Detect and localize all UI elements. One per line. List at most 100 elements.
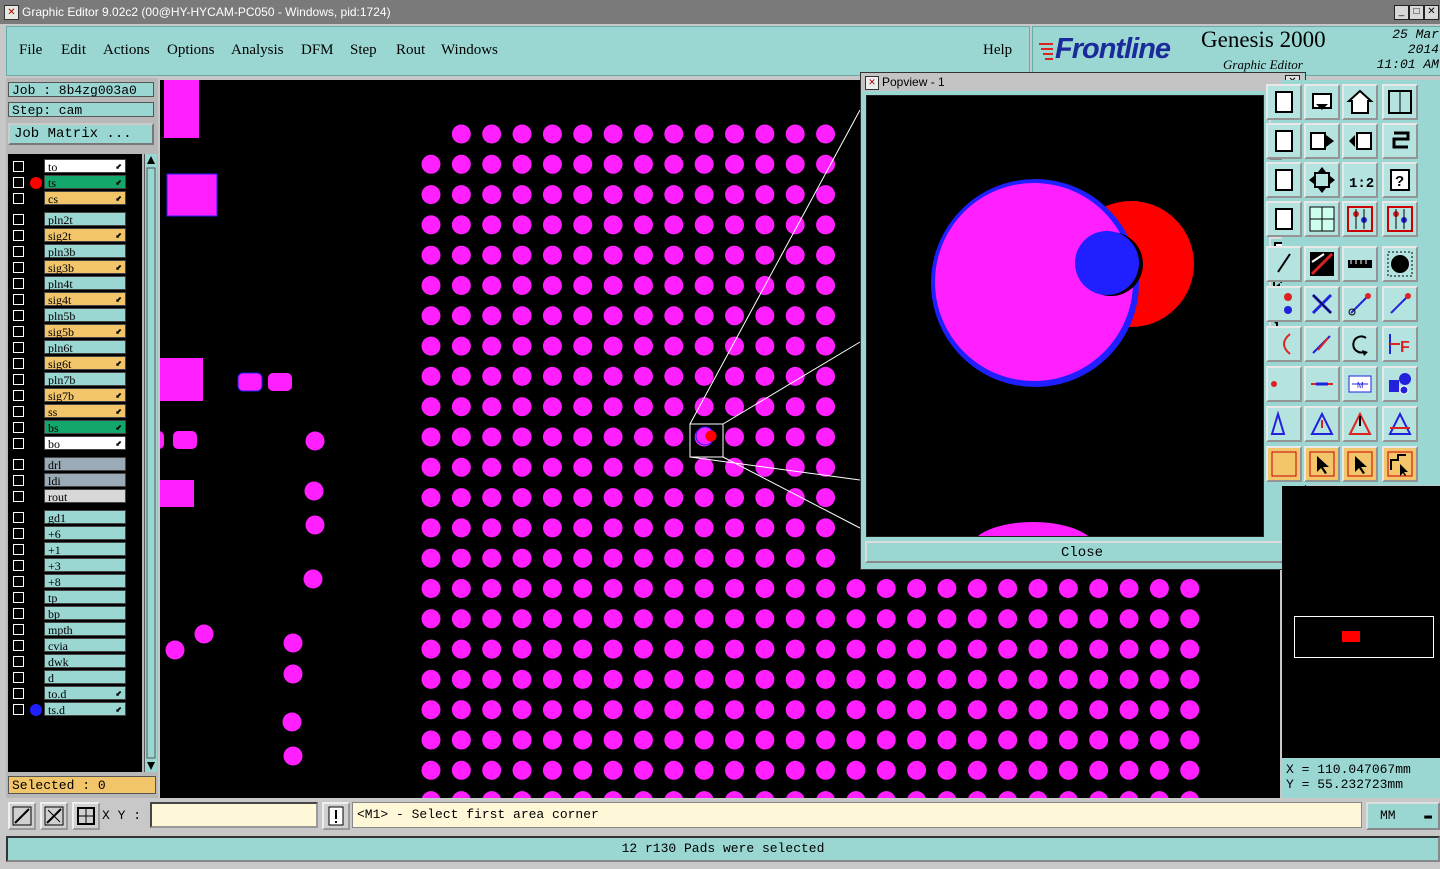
layer-row[interactable]: sig3b ⬋ <box>8 260 142 275</box>
layer-checkbox[interactable] <box>13 640 24 651</box>
hline-icon[interactable] <box>1304 366 1340 402</box>
layer-row[interactable]: pln5b <box>8 308 142 323</box>
layer-checkbox[interactable] <box>13 214 24 225</box>
layer-checkbox[interactable] <box>13 608 24 619</box>
layer-checkbox[interactable] <box>13 672 24 683</box>
font-text-icon[interactable]: F <box>1382 326 1418 362</box>
help-icon[interactable]: ? <box>1382 162 1418 198</box>
layer-list-scrollbar[interactable] <box>144 154 157 772</box>
select-route-icon[interactable] <box>1382 446 1418 482</box>
move-feature-icon[interactable] <box>1342 286 1378 322</box>
ruler-icon[interactable] <box>1342 246 1378 282</box>
layer-row[interactable]: ss ⬋ <box>8 404 142 419</box>
layer-row[interactable]: drl <box>8 457 142 472</box>
layer-checkbox[interactable] <box>13 576 24 587</box>
layer-checkbox[interactable] <box>13 688 24 699</box>
layer-name[interactable]: +6 <box>44 526 126 541</box>
grid-mode-icon[interactable] <box>72 802 100 830</box>
menu-analysis[interactable]: Analysis <box>231 42 284 59</box>
point-icon[interactable] <box>1266 366 1302 402</box>
layer-row[interactable]: sig4t ⬋ <box>8 292 142 307</box>
layer-row[interactable]: pln4t <box>8 276 142 291</box>
trace-base-icon[interactable] <box>1382 406 1418 442</box>
xy-exclaim-icon[interactable] <box>322 802 350 830</box>
pad-shape-icon[interactable] <box>1382 246 1418 282</box>
layer-row[interactable]: cvia <box>8 638 142 653</box>
layer-name[interactable]: +1 <box>44 542 126 557</box>
layer-name[interactable]: sig6t ⬋ <box>44 356 126 371</box>
line-tool-icon[interactable] <box>1304 326 1340 362</box>
close-window-button[interactable]: ✕ <box>1424 5 1439 20</box>
layer-checkbox[interactable] <box>13 278 24 289</box>
measure-mode-icon[interactable] <box>40 802 68 830</box>
layer-row[interactable]: dwk <box>8 654 142 669</box>
layer-name[interactable]: pln4t <box>44 276 126 291</box>
layer-row[interactable]: bs ⬋ <box>8 420 142 435</box>
layer-row[interactable]: gd1 <box>8 510 142 525</box>
surface-icon[interactable] <box>1266 406 1302 442</box>
layer-checkbox[interactable] <box>13 161 24 172</box>
layer-row[interactable]: bp <box>8 606 142 621</box>
layer-row[interactable]: ldi <box>8 473 142 488</box>
measure-icon[interactable]: M <box>1342 366 1378 402</box>
layer-name[interactable]: drl <box>44 457 126 472</box>
layer-row[interactable]: ts ⬋ <box>8 175 142 190</box>
layer-row[interactable]: d <box>8 670 142 685</box>
menu-actions[interactable]: Actions <box>103 42 150 59</box>
layer-name[interactable]: sig5b ⬋ <box>44 324 126 339</box>
layer-checkbox[interactable] <box>13 294 24 305</box>
layer-name[interactable]: ldi <box>44 473 126 488</box>
layer-name[interactable]: pln3b <box>44 244 126 259</box>
layout-icon[interactable] <box>1382 84 1418 120</box>
layer-name[interactable]: ts ⬋ <box>44 175 126 190</box>
layer-name[interactable]: pln7b <box>44 372 126 387</box>
layer-name[interactable]: rout <box>44 489 126 504</box>
undo-icon[interactable] <box>1266 123 1302 159</box>
layer-row[interactable]: ts.d ⬋ <box>8 702 142 717</box>
layer-row[interactable]: bo ⬋ <box>8 436 142 451</box>
units-selector[interactable]: MM ▬ <box>1366 802 1440 830</box>
clip-icon[interactable] <box>1266 201 1302 237</box>
snap-icon[interactable] <box>1382 123 1418 159</box>
layer-row[interactable]: +6 <box>8 526 142 541</box>
zoom-right-icon[interactable] <box>1304 123 1340 159</box>
menu-file[interactable]: File <box>19 42 42 59</box>
layer-name[interactable]: +3 <box>44 558 126 573</box>
layer-name[interactable]: to.d ⬋ <box>44 686 126 701</box>
grid-icon[interactable] <box>1304 201 1340 237</box>
layer-row[interactable]: +1 <box>8 542 142 557</box>
menu-windows[interactable]: Windows <box>441 42 498 59</box>
layer-name[interactable]: sig3b ⬋ <box>44 260 126 275</box>
layer-name[interactable]: bs ⬋ <box>44 420 126 435</box>
layer-row[interactable]: sig5b ⬋ <box>8 324 142 339</box>
layer-checkbox[interactable] <box>13 374 24 385</box>
layer-compare-icon[interactable] <box>1342 201 1378 237</box>
open-job-icon[interactable] <box>1266 84 1302 120</box>
layer-name[interactable]: bp <box>44 606 126 621</box>
layer-checkbox[interactable] <box>13 438 24 449</box>
minimize-button[interactable]: _ <box>1394 5 1409 20</box>
layer-row[interactable]: +8 <box>8 574 142 589</box>
overview-map[interactable] <box>1294 616 1434 658</box>
layer-name[interactable]: ts.d ⬋ <box>44 702 126 717</box>
menu-help[interactable]: Help <box>983 42 1012 59</box>
layer-row[interactable]: cs ⬋ <box>8 191 142 206</box>
zoom-fit-icon[interactable] <box>1304 162 1340 198</box>
layer-name[interactable]: tp <box>44 590 126 605</box>
layer-row[interactable]: pln7b <box>8 372 142 387</box>
draw-line-icon[interactable] <box>1266 246 1302 282</box>
layer-checkbox[interactable] <box>13 326 24 337</box>
layer-name[interactable]: cs ⬋ <box>44 191 126 206</box>
layer-row[interactable]: to ⬋ <box>8 159 142 174</box>
layer-checkbox[interactable] <box>13 406 24 417</box>
maximize-button[interactable]: □ <box>1409 5 1424 20</box>
layer-name[interactable]: mpth <box>44 622 126 637</box>
layer-checkbox[interactable] <box>13 358 24 369</box>
rotate-icon[interactable] <box>1342 326 1378 362</box>
layer-checkbox[interactable] <box>13 422 24 433</box>
select-yellow-icon[interactable] <box>1266 446 1302 482</box>
layer-row[interactable]: pln3b <box>8 244 142 259</box>
layer-name[interactable]: dwk <box>44 654 126 669</box>
print-icon[interactable] <box>1266 162 1302 198</box>
layer-row[interactable]: pln2t <box>8 212 142 227</box>
